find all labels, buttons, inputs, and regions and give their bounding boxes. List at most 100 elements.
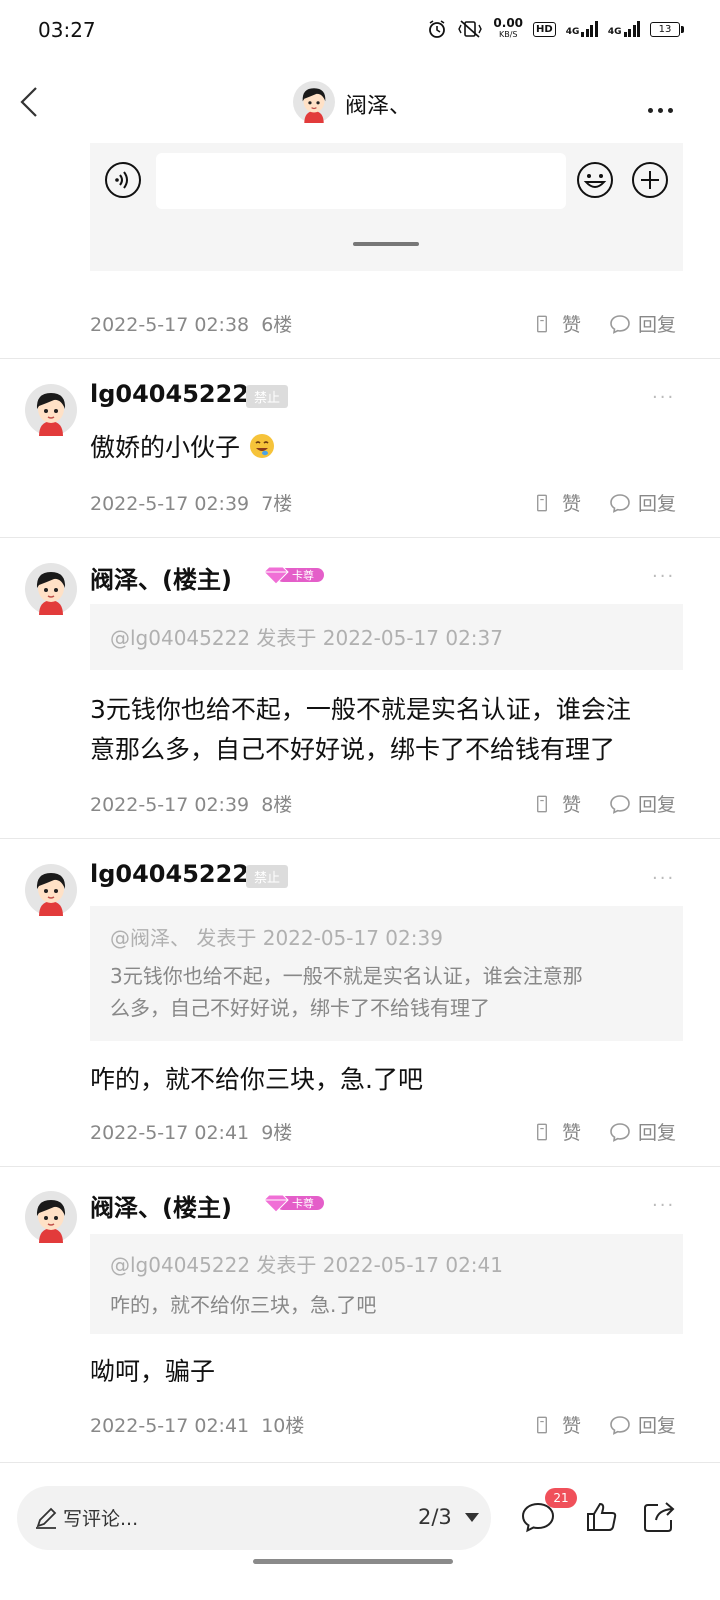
divider [0, 1166, 720, 1167]
voice-button[interactable] [104, 161, 142, 199]
quote-block[interactable]: @阀泽、 发表于 2022-05-17 02:39 3元钱你也给不起，一般不就是… [90, 906, 683, 1041]
post-text: 傲娇的小伙子 [90, 433, 241, 462]
like-button[interactable]: 赞 [536, 790, 581, 817]
speed-unit: KB/S [498, 30, 518, 39]
quote-head: @lg04045222 发表于 2022-05-17 02:41 [110, 1253, 503, 1277]
like-button[interactable]: 赞 [536, 1118, 581, 1145]
reply-input[interactable] [156, 153, 566, 209]
post-floor: 8楼 [261, 794, 293, 816]
comment-icon [608, 792, 632, 816]
divider [0, 1462, 720, 1463]
status-time: 03:27 [38, 18, 96, 42]
status-icons: 0.00 KB/S HD 4G 4G 13 [427, 16, 684, 40]
net-label-2: 4G [607, 27, 622, 37]
comment-icon [608, 1120, 632, 1144]
net-label-1: 4G [565, 27, 580, 37]
username[interactable]: lg04045222 [90, 860, 249, 888]
avatar[interactable] [25, 563, 77, 615]
vip-badge: 卡尊 [262, 1193, 324, 1213]
quote-block[interactable]: @lg04045222 发表于 2022-05-17 02:37 [90, 604, 683, 670]
post-floor: 7楼 [261, 493, 293, 515]
more-dot-icon [668, 108, 673, 113]
post-meta: 2022-5-17 02:39 7楼 [90, 489, 292, 516]
like-label: 赞 [562, 1122, 582, 1144]
reply-label: 回复 [638, 1415, 677, 1437]
reply-button[interactable]: 回复 [608, 1118, 676, 1145]
speed-value: 0.00 [493, 16, 524, 30]
like-button[interactable]: 赞 [536, 489, 581, 516]
vibrate-icon [458, 20, 483, 38]
avatar[interactable] [25, 384, 77, 436]
divider [0, 537, 720, 538]
share-button[interactable] [642, 1500, 678, 1534]
post-text-line: 3元钱你也给不起，一般不就是实名认证，谁会注 [90, 695, 631, 724]
post-more-button[interactable]: ··· [652, 566, 675, 587]
post-time: 2022-5-17 02:38 [90, 314, 250, 336]
hd-badge: HD [533, 21, 556, 37]
back-button[interactable] [14, 84, 50, 120]
post-time: 2022-5-17 02:41 [90, 1122, 250, 1144]
username[interactable]: 阀泽、(楼主) [90, 560, 232, 595]
post-time: 2022-5-17 02:39 [90, 493, 250, 515]
divider [0, 358, 720, 359]
emoji-button[interactable] [576, 161, 614, 199]
avatar[interactable] [25, 1191, 77, 1243]
panel-drag-handle[interactable] [353, 242, 419, 246]
page-title: 阀泽、 [345, 94, 412, 119]
comment-icon [608, 1413, 632, 1437]
reply-button[interactable]: 回复 [608, 790, 676, 817]
like-button[interactable]: 赞 [536, 310, 581, 337]
quote-body: 咋的，就不给你三块，急.了吧 [110, 1293, 377, 1317]
more-dot-icon [648, 108, 653, 113]
comment-icon [608, 312, 632, 336]
page-dropdown-icon[interactable] [465, 1513, 479, 1522]
post-more-button[interactable]: ··· [652, 868, 675, 889]
post-content: 3元钱你也给不起，一般不就是实名认证，谁会注 意那么多，自己不好好说，绑卡了不给… [90, 690, 631, 770]
reply-button[interactable]: 回复 [608, 1411, 676, 1438]
post-content: 傲娇的小伙子 [90, 428, 276, 468]
reply-label: 回复 [638, 493, 677, 515]
post-meta: 2022-5-17 02:38 6楼 [90, 310, 292, 337]
post-floor: 9楼 [261, 1122, 293, 1144]
post-meta: 2022-5-17 02:41 9楼 [90, 1118, 292, 1145]
like-label: 赞 [562, 314, 582, 336]
battery-icon: 13 [650, 21, 684, 37]
signal-1: 4G [566, 21, 598, 37]
post-meta: 2022-5-17 02:39 8楼 [90, 790, 292, 817]
avatar[interactable] [25, 864, 77, 916]
quote-head: @lg04045222 发表于 2022-05-17 02:37 [110, 626, 503, 650]
write-comment-label[interactable]: 写评论... [63, 1504, 138, 1531]
report-icon [536, 1122, 548, 1142]
reply-button[interactable]: 回复 [608, 310, 676, 337]
vip-badge-label: 卡尊 [292, 569, 314, 582]
reply-button[interactable]: 回复 [608, 489, 676, 516]
username[interactable]: lg04045222 [90, 380, 249, 408]
like-button[interactable]: 赞 [536, 1411, 581, 1438]
alarm-icon [429, 20, 446, 38]
page-indicator[interactable]: 2/3 [418, 1505, 452, 1529]
post-text-line: 意那么多，自己不好好说，绑卡了不给钱有理了 [90, 735, 616, 764]
home-indicator[interactable] [253, 1559, 453, 1564]
vip-badge: 卡尊 [262, 565, 324, 585]
post-more-button[interactable]: ··· [652, 1195, 675, 1216]
username[interactable]: 阀泽、(楼主) [90, 1188, 232, 1223]
add-attachment-button[interactable] [631, 161, 669, 199]
quote-line: 么多，自己不好好说，绑卡了不给钱有理了 [110, 996, 490, 1020]
more-dot-icon [658, 108, 663, 113]
signal-bars-icon [623, 21, 640, 37]
comments-count-badge: 21 [545, 1488, 577, 1508]
quote-head: @阀泽、 发表于 2022-05-17 02:39 [110, 926, 443, 950]
report-icon [536, 794, 548, 814]
reply-label: 回复 [638, 1122, 677, 1144]
ban-badge: 禁止 [246, 865, 289, 888]
quote-block[interactable]: @lg04045222 发表于 2022-05-17 02:41 咋的，就不给你… [90, 1234, 683, 1334]
thumbs-up-button[interactable] [585, 1500, 619, 1534]
header-avatar[interactable] [293, 81, 335, 123]
signal-bars-icon [581, 21, 598, 37]
post-floor: 6楼 [261, 314, 293, 336]
more-options-button[interactable] [648, 98, 684, 113]
post-more-button[interactable]: ··· [652, 387, 675, 408]
net-speed: 0.00 KB/S [493, 16, 524, 40]
drooling-emoji-icon [249, 434, 274, 458]
vip-badge-label: 卡尊 [292, 1197, 314, 1210]
